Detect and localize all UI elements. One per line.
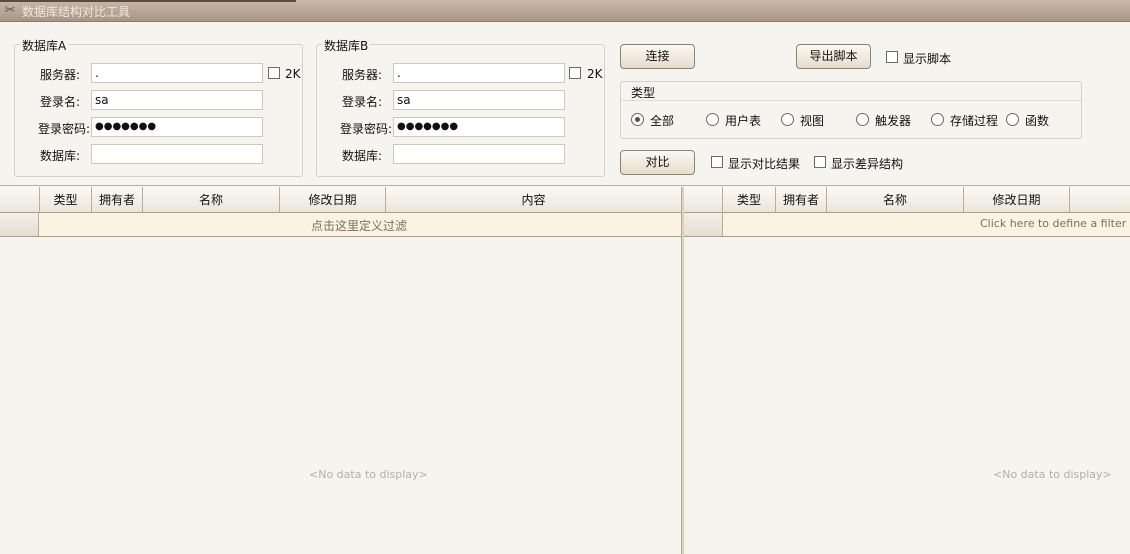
left-filter-text[interactable]: 点击这里定义过滤: [311, 217, 407, 234]
db-a-server-input[interactable]: .: [91, 63, 263, 83]
show-script-checkbox[interactable]: [886, 51, 898, 63]
type-radio-user-table-label: 用户表: [725, 114, 762, 128]
db-b-2k-label: 2K: [587, 67, 603, 81]
right-col-name[interactable]: 名称: [827, 187, 964, 213]
db-b-2k-checkbox[interactable]: [569, 67, 581, 79]
type-group-header: 类型: [621, 82, 1081, 101]
right-filter-row[interactable]: Click here to define a filter: [684, 213, 1130, 237]
left-empty-text: <No data to display>: [309, 468, 428, 481]
type-radio-trigger[interactable]: [856, 113, 869, 126]
left-col-name[interactable]: 名称: [143, 187, 280, 213]
type-radio-function-label: 函数: [1025, 114, 1050, 128]
left-col-content[interactable]: 内容: [386, 187, 681, 213]
type-radio-view-label: 视图: [800, 114, 825, 128]
left-grid-header: 类型 拥有者 名称 修改日期 内容: [0, 187, 681, 213]
left-filter-row[interactable]: 点击这里定义过滤: [0, 213, 681, 237]
compare-button[interactable]: 对比: [620, 150, 695, 175]
right-filter-text[interactable]: Click here to define a filter: [980, 217, 1126, 230]
db-a-server-label: 服务器:: [39, 68, 80, 82]
db-b-database-label: 数据库:: [341, 149, 382, 163]
type-group-legend: 类型: [631, 86, 656, 100]
right-col-type[interactable]: 类型: [723, 187, 776, 213]
title-bar: ✂ 数据库结构对比工具: [0, 0, 1130, 22]
right-grid-indicator-header: [684, 187, 723, 213]
type-radio-all-label: 全部: [650, 114, 675, 128]
show-script-label: 显示脚本: [903, 52, 952, 66]
type-radio-function[interactable]: [1006, 113, 1019, 126]
type-radio-all[interactable]: [631, 113, 644, 126]
right-col-modified-date[interactable]: 修改日期: [964, 187, 1070, 213]
show-compare-result-checkbox[interactable]: [711, 156, 723, 168]
db-a-login-input[interactable]: sa: [91, 90, 263, 110]
panel-divider: [0, 185, 1130, 186]
db-b-login-input[interactable]: sa: [393, 90, 565, 110]
db-b-login-label: 登录名:: [341, 95, 382, 109]
db-b-server-label: 服务器:: [341, 68, 382, 82]
db-b-password-input[interactable]: ●●●●●●●: [393, 117, 565, 137]
right-result-grid[interactable]: 类型 拥有者 名称 修改日期 Click here to define a fi…: [684, 187, 1130, 554]
database-b-legend: 数据库B: [322, 37, 371, 54]
show-diff-structure-checkbox[interactable]: [814, 156, 826, 168]
left-col-owner[interactable]: 拥有者: [92, 187, 143, 213]
type-radio-stored-procedure[interactable]: [931, 113, 944, 126]
app-tools-icon: ✂: [4, 3, 16, 18]
db-a-password-input[interactable]: ●●●●●●●: [91, 117, 263, 137]
connect-button[interactable]: 连接: [620, 44, 695, 69]
db-a-2k-label: 2K: [285, 67, 301, 81]
db-b-database-input[interactable]: [393, 144, 565, 164]
db-b-password-label: 登录密码:: [339, 122, 392, 136]
left-col-type[interactable]: 类型: [40, 187, 92, 213]
type-group: 类型: [620, 81, 1082, 139]
right-empty-text: <No data to display>: [993, 468, 1112, 481]
type-radio-user-table[interactable]: [706, 113, 719, 126]
export-script-button[interactable]: 导出脚本: [796, 44, 871, 69]
db-a-password-label: 登录密码:: [37, 122, 90, 136]
type-radio-view[interactable]: [781, 113, 794, 126]
db-a-2k-checkbox[interactable]: [268, 67, 280, 79]
window-title: 数据库结构对比工具: [22, 5, 131, 19]
type-radio-stored-procedure-label: 存储过程: [950, 114, 999, 128]
right-col-owner[interactable]: 拥有者: [776, 187, 827, 213]
db-a-database-input[interactable]: [91, 144, 263, 164]
title-bar-shade: [0, 0, 296, 2]
show-diff-structure-label: 显示差异结构: [831, 157, 904, 171]
db-a-database-label: 数据库:: [39, 149, 80, 163]
left-result-grid[interactable]: 类型 拥有者 名称 修改日期 内容 点击这里定义过滤 <No data to d…: [0, 187, 681, 554]
right-grid-header: 类型 拥有者 名称 修改日期: [684, 187, 1130, 213]
type-radio-trigger-label: 触发器: [875, 114, 912, 128]
right-filter-row-indicator: [684, 213, 723, 236]
left-grid-indicator-header: [0, 187, 40, 213]
left-col-modified-date[interactable]: 修改日期: [280, 187, 386, 213]
show-compare-result-label: 显示对比结果: [728, 157, 801, 171]
db-a-login-label: 登录名:: [39, 95, 80, 109]
left-filter-row-indicator: [0, 213, 39, 236]
database-a-legend: 数据库A: [20, 37, 69, 54]
db-b-server-input[interactable]: .: [393, 63, 565, 83]
